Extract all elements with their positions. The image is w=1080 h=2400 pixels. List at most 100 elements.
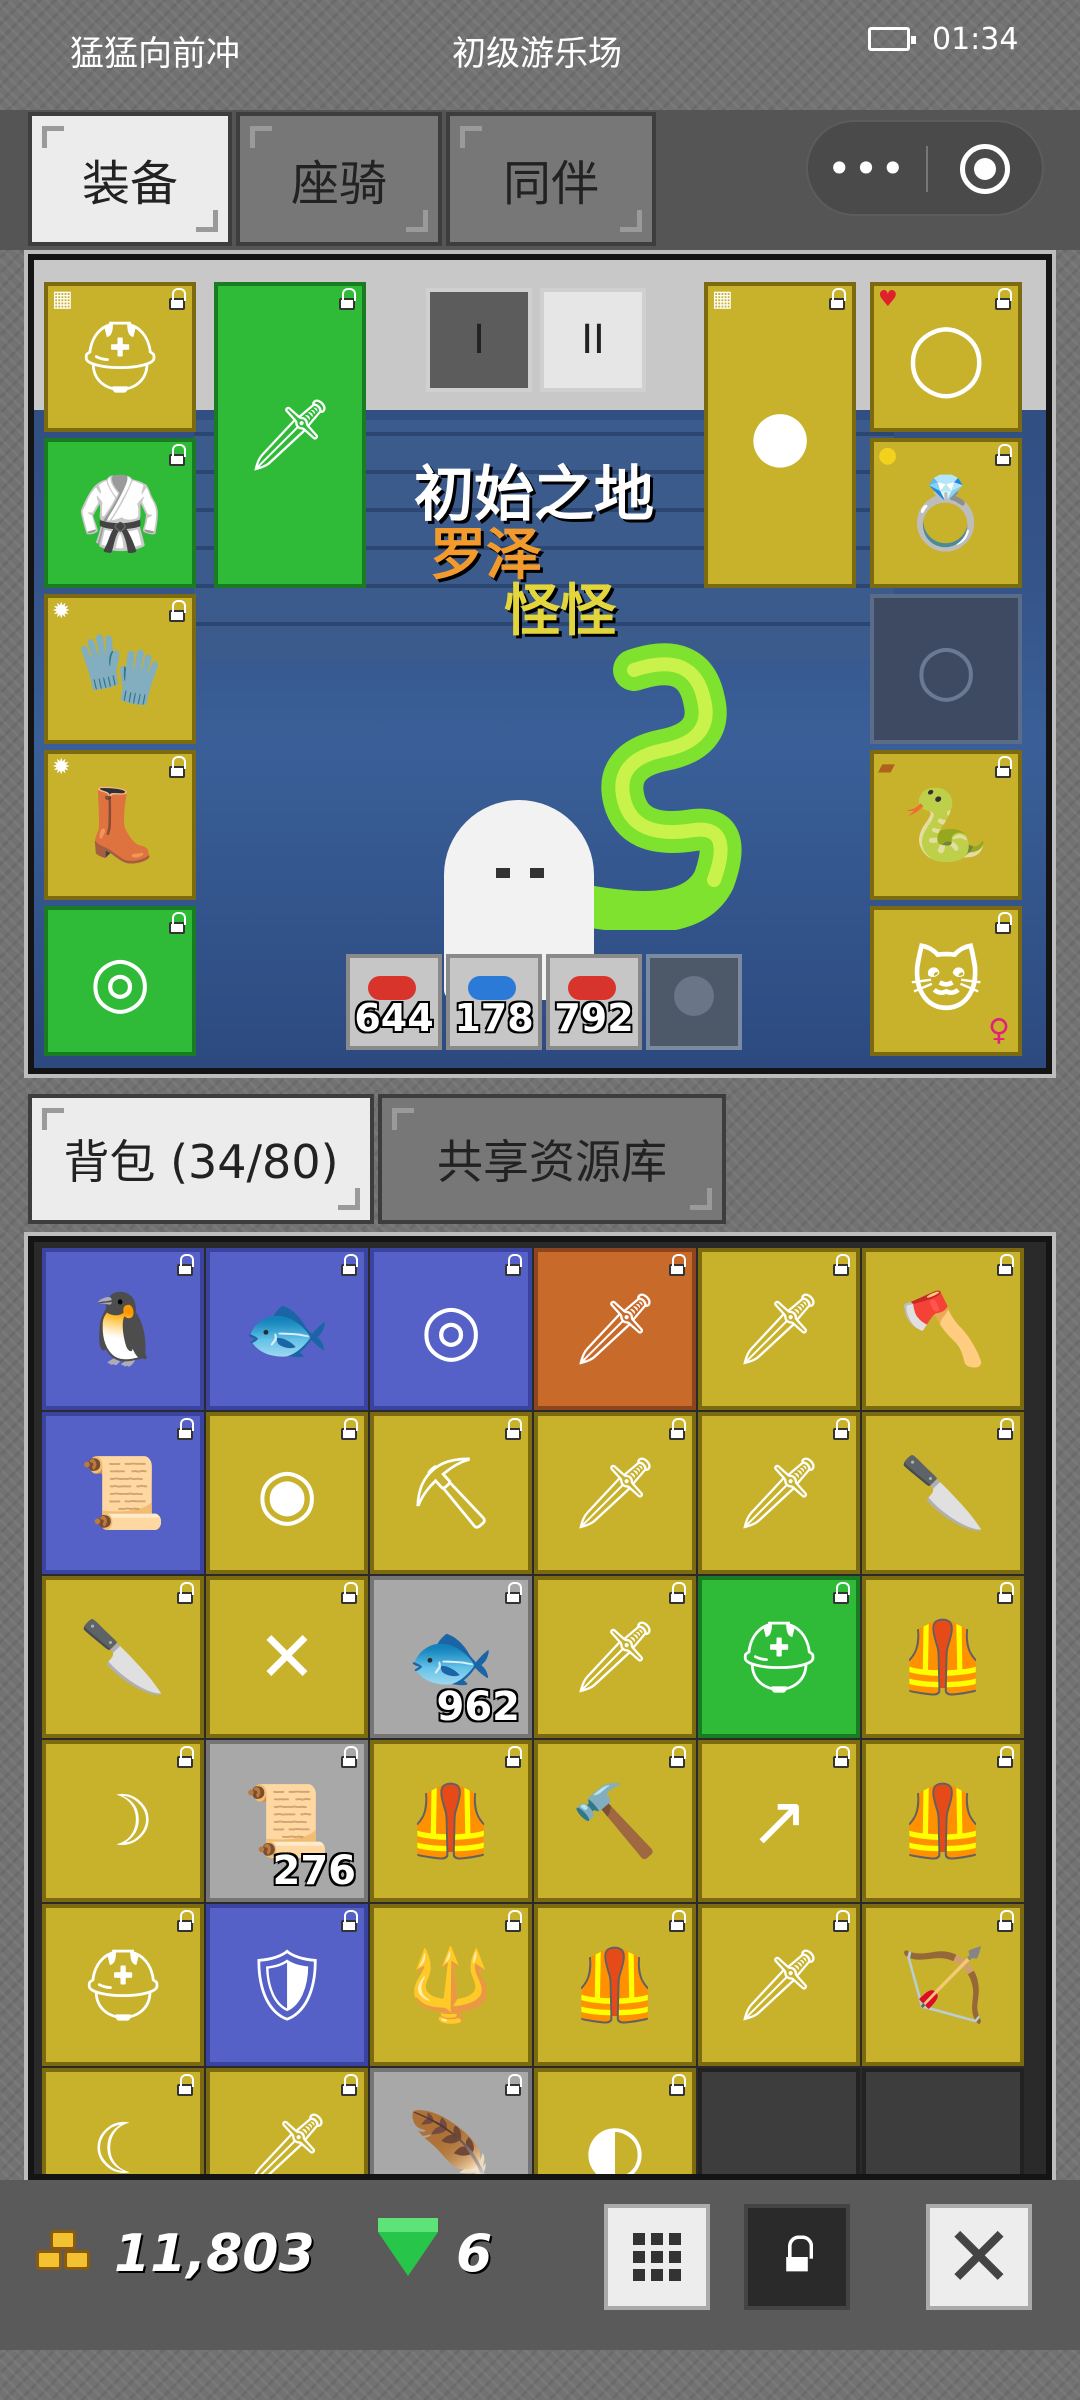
page-button-2[interactable]: II [540,288,646,392]
bag-slot[interactable]: ◎ [370,1248,532,1410]
lock-icon [994,1746,1016,1769]
equip-slot-companion[interactable]: 🐱 ♀ [870,906,1022,1056]
bag-slot[interactable]: ☽ [42,1740,204,1902]
ring-icon: 💍 [902,472,990,554]
equip-slot-necklace[interactable]: ♥ ◯ [870,282,1022,432]
bag-slot[interactable]: 🗡 [206,2068,368,2174]
target-icon[interactable] [960,144,1010,194]
close-button[interactable]: ✕ [926,2204,1032,2310]
boots-icon: 👢 [76,784,164,866]
bag-slot[interactable]: 🦺 [862,1576,1024,1738]
bag-slot[interactable]: 🪶 [370,2068,532,2174]
stat-empty[interactable] [646,954,742,1050]
tab-equipment[interactable]: 装备 [28,112,232,246]
hammer-badge-icon: ▰ [878,755,895,780]
equip-slot-helmet[interactable]: ▦ ⛑ [44,282,196,432]
lock-icon [338,1582,360,1605]
equip-slot-gloves[interactable]: ✹ 🧤 [44,594,196,744]
tab-label: 装备 [81,156,178,212]
item-count: 962 [436,1684,521,1730]
bag-slot[interactable]: 🐟 [206,1248,368,1410]
equip-slot-offhand[interactable]: ▦ ● [704,282,856,588]
lock-button[interactable] [744,2204,850,2310]
ellipsis-icon[interactable]: ••• [808,122,926,214]
bag-slot[interactable]: ◐ [534,2068,696,2174]
bag-slot[interactable]: 🦺 [862,1740,1024,1902]
lock-icon [166,444,188,467]
bag-slot[interactable]: ✕ [206,1576,368,1738]
gem-icon [378,2218,438,2276]
bag-slot[interactable]: 🗡 [534,1248,696,1410]
bag-slot[interactable]: ☾ [42,2068,204,2174]
item-count: 276 [272,1848,357,1894]
bag-slot[interactable]: ↗ [698,1740,860,1902]
equip-slot-ring[interactable]: ● 💍 [870,438,1022,588]
shield-icon: 🛡 [242,1944,332,2026]
lock-icon [666,1910,688,1933]
bag-slot[interactable]: 🔪 [862,1412,1024,1574]
bag-slot[interactable]: ⛏ [370,1412,532,1574]
pet-name: 怪怪 [504,579,616,644]
trident-icon: 🔱 [407,1944,495,2026]
bag-slot[interactable]: 📜 276 [206,1740,368,1902]
lock-icon [338,1418,360,1441]
dagger-icon: 🔪 [899,1452,987,1534]
stat-attack[interactable]: 644 [346,954,442,1050]
bag-slot[interactable]: 🔪 [42,1576,204,1738]
sort-grid-button[interactable] [604,2204,710,2310]
helmet-icon: ⛑ [75,316,165,398]
penguin-card-icon: 🐧 [79,1288,167,1370]
tab-backpack[interactable]: 背包 (34/80) [28,1094,374,1224]
bag-slot-empty[interactable] [698,2068,860,2174]
bag-slot[interactable]: ⛑ [42,1904,204,2066]
sword-icon: 🗡 [245,394,335,476]
lock-icon [502,2074,524,2097]
equip-slot-weapon[interactable]: 🗡 [214,282,366,588]
stat-health[interactable]: 792 [546,954,642,1050]
bag-slot[interactable]: 🏹 [862,1904,1024,2066]
necklace-icon: ◯ [906,316,986,398]
tab-shared-storage[interactable]: 共享资源库 [378,1094,726,1224]
coin-badge-icon: ● [878,443,898,468]
equip-slot-belt[interactable]: ◎ [44,906,196,1056]
bag-slot[interactable]: 🦺 [534,1904,696,2066]
bag-slot[interactable]: 🔱 [370,1904,532,2066]
equip-slot-chest[interactable]: 🥋 [44,438,196,588]
lock-icon [992,288,1014,311]
lock-icon [502,1746,524,1769]
lock-icon [174,1746,196,1769]
bag-slot-empty[interactable] [862,2068,1024,2174]
lock-icon [502,1418,524,1441]
bag-slot[interactable]: 🗡 [698,1412,860,1574]
bag-slot[interactable]: 🔨 [534,1740,696,1902]
tab-mount[interactable]: 座骑 [236,112,442,246]
equip-slot-boots[interactable]: ✹ 👢 [44,750,196,900]
bag-slot[interactable]: 📜 [42,1412,204,1574]
stat-defense[interactable]: 178 [446,954,542,1050]
equip-slot-ring-empty[interactable]: ○ [870,594,1022,744]
tab-label: 座骑 [290,156,387,212]
bag-slot[interactable]: 🗡 [534,1412,696,1574]
bag-slot[interactable]: ◉ [206,1412,368,1574]
bag-slot[interactable]: 🗡 [698,1904,860,2066]
page-button-1[interactable]: I [426,288,532,392]
page-button-label: II [581,317,605,363]
lock-icon [666,1254,688,1277]
armor-icon: 🦺 [407,1780,495,1862]
bag-slot[interactable]: ⛑ [698,1576,860,1738]
stat-value: 792 [554,996,634,1040]
bag-slot[interactable]: 🗡 [698,1248,860,1410]
lock-icon [992,444,1014,467]
bag-slot[interactable]: 🐟 962 [370,1576,532,1738]
rarity-badge-icon: ▦ [712,287,733,312]
bag-slot[interactable]: 🦺 [370,1740,532,1902]
snake-pet-icon: 🐍 [902,784,990,866]
lock-icon [666,1746,688,1769]
bag-slot[interactable]: 🪓 [862,1248,1024,1410]
equip-slot-pet[interactable]: ▰ 🐍 [870,750,1022,900]
bag-slot[interactable]: 🗡 [534,1576,696,1738]
bag-slot[interactable]: 🐧 [42,1248,204,1410]
tab-companion[interactable]: 同伴 [446,112,656,246]
stat-value: 644 [354,996,434,1040]
bag-slot[interactable]: 🛡 [206,1904,368,2066]
